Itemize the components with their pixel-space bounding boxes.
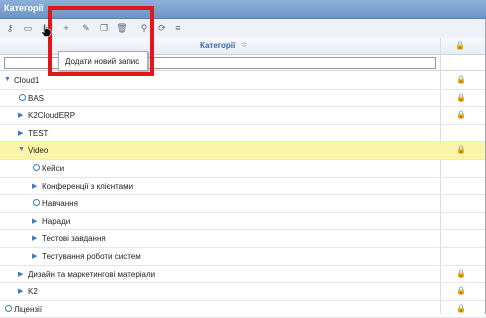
window-title: Категорії bbox=[4, 3, 44, 13]
tree-row[interactable]: BAS 🔒 bbox=[0, 90, 486, 108]
tree-row[interactable]: ▶ K2CloudERP 🔒 bbox=[0, 107, 486, 125]
lock-icon: 🔒 bbox=[456, 145, 466, 155]
lock-icon: 🔒 bbox=[456, 92, 466, 102]
lock-icon: 🔒 bbox=[456, 110, 466, 120]
tree-row-label: Навчання bbox=[42, 199, 78, 209]
expand-toggle-icon[interactable]: ▶ bbox=[18, 287, 23, 295]
tree-row[interactable]: ▼ Video 🔒 bbox=[0, 142, 486, 160]
collapse-toggle-icon[interactable]: ▼ bbox=[18, 146, 25, 153]
tree-row-label: K2CloudERP bbox=[28, 111, 76, 121]
leaf-node-icon bbox=[33, 163, 40, 171]
column-header-categories[interactable]: Категорії bbox=[200, 41, 235, 50]
tree-row-label: Дизайн та маркетингові матеріали bbox=[28, 269, 156, 279]
list-icon[interactable]: ≡ bbox=[172, 22, 184, 34]
tree-row[interactable]: ▶ Тестові завдання bbox=[0, 230, 486, 248]
expand-toggle-icon[interactable]: ▶ bbox=[32, 234, 37, 242]
tree-row[interactable]: Кейси bbox=[0, 160, 486, 178]
tree-row-label: Ліцензії bbox=[14, 304, 43, 314]
tree-row-label: BAS bbox=[28, 93, 45, 103]
tree-row-label: Наради bbox=[42, 216, 71, 226]
expand-toggle-icon[interactable]: ▶ bbox=[18, 129, 23, 137]
tree-row-label: TEST bbox=[28, 128, 49, 138]
tree-row[interactable]: Ліцензії 🔒 bbox=[0, 301, 486, 318]
sort-icon[interactable]: ≑ bbox=[241, 40, 248, 49]
tree-grid: ▼ Cloud1 🔒 BAS 🔒 ▶ K2CloudERP 🔒 ▶ TEST ▼ Video 🔒 Кейс… bbox=[0, 72, 486, 318]
tree-row[interactable]: ▶ Наради bbox=[0, 213, 486, 231]
expand-toggle-icon[interactable]: ▶ bbox=[32, 182, 37, 190]
expand-toggle-icon[interactable]: ▶ bbox=[18, 270, 23, 278]
expand-toggle-icon[interactable]: ▶ bbox=[32, 252, 37, 260]
folder-icon[interactable]: ▭ bbox=[22, 22, 34, 34]
tree-row[interactable]: ▶ Конференції з клієнтами bbox=[0, 178, 486, 196]
leaf-node-icon bbox=[5, 304, 12, 312]
tree-row[interactable]: ▶ Дизайн та маркетингові матеріали 🔒 bbox=[0, 266, 486, 284]
lock-icon: 🔒 bbox=[456, 303, 466, 313]
tree-row-label: Cloud1 bbox=[14, 76, 40, 85]
tree-row-label: K2 bbox=[28, 287, 38, 297]
collapse-toggle-icon[interactable]: ▼ bbox=[4, 76, 11, 83]
highlight-box bbox=[48, 6, 154, 76]
lock-icon: 🔒 bbox=[456, 268, 466, 278]
lock-icon: 🔒 bbox=[456, 286, 466, 296]
expand-toggle-icon[interactable]: ▶ bbox=[32, 217, 37, 225]
tree-row-label: Конференції з клієнтами bbox=[42, 181, 134, 191]
leaf-node-icon bbox=[19, 93, 26, 101]
tree-row[interactable]: ▶ Тестування роботи систем bbox=[0, 248, 486, 266]
key-icon[interactable]: ⚷ bbox=[4, 22, 16, 34]
expand-toggle-icon[interactable]: ▶ bbox=[18, 111, 23, 119]
refresh-icon[interactable]: ⟳ bbox=[156, 22, 168, 34]
leaf-node-icon bbox=[33, 199, 40, 207]
tree-row[interactable]: ▶ TEST bbox=[0, 125, 486, 143]
tree-row-label: Тестові завдання bbox=[42, 234, 106, 244]
tree-row[interactable]: ▶ K2 🔒 bbox=[0, 283, 486, 301]
tree-row-label: Кейси bbox=[42, 163, 65, 173]
tree-row[interactable]: Навчання bbox=[0, 195, 486, 213]
tree-row-label: Тестування роботи систем bbox=[42, 251, 141, 261]
lock-header-icon: 🔒 bbox=[455, 41, 465, 50]
lock-icon: 🔒 bbox=[456, 75, 466, 84]
tree-row-label: Video bbox=[28, 146, 49, 156]
hand-cursor-icon bbox=[41, 23, 52, 37]
